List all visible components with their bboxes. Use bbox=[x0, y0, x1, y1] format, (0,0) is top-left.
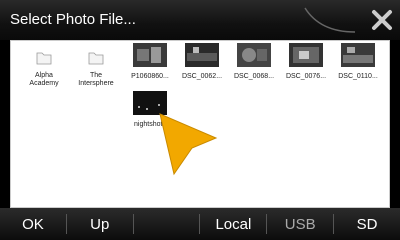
sd-button[interactable]: SD bbox=[334, 208, 400, 240]
folder-icon bbox=[88, 52, 104, 65]
folder-item[interactable]: The Intersphere bbox=[69, 49, 123, 88]
bottom-toolbar: OK Up Local USB SD bbox=[0, 208, 400, 240]
photo-thumbnail bbox=[237, 43, 271, 67]
item-label: P1060860... bbox=[131, 73, 169, 80]
photo-picker-screen: Select Photo File... Alpha Academy The I… bbox=[0, 0, 400, 240]
item-label: DSC_0076... bbox=[285, 73, 327, 80]
item-label: DSC_0062... bbox=[181, 73, 223, 80]
photo-thumbnail bbox=[341, 43, 375, 67]
photo-item[interactable]: DSC_0076... bbox=[279, 43, 333, 81]
local-button[interactable]: Local bbox=[200, 208, 266, 240]
photo-item[interactable]: P1060860... bbox=[123, 43, 177, 81]
pointer-arrow-icon bbox=[159, 113, 218, 176]
photo-thumbnail bbox=[185, 43, 219, 67]
up-button[interactable]: Up bbox=[67, 208, 133, 240]
usb-button[interactable]: USB bbox=[267, 208, 333, 240]
folder-item[interactable]: Alpha Academy bbox=[17, 49, 71, 88]
item-label: Alpha Academy bbox=[29, 72, 59, 87]
title-bar: Select Photo File... bbox=[0, 0, 400, 40]
photo-item[interactable]: DSC_0110... bbox=[331, 43, 385, 81]
swoosh-decoration-icon bbox=[304, 7, 356, 33]
item-label: DSC_0068... bbox=[233, 73, 275, 80]
photo-thumbnail bbox=[133, 43, 167, 67]
folder-icon bbox=[36, 52, 52, 65]
photo-item[interactable]: DSC_0068... bbox=[227, 43, 281, 81]
photo-thumbnail bbox=[289, 43, 323, 67]
ok-button[interactable]: OK bbox=[0, 208, 66, 240]
window-title: Select Photo File... bbox=[10, 11, 136, 28]
item-label: DSC_0110... bbox=[338, 73, 378, 80]
photo-item[interactable]: DSC_0062... bbox=[175, 43, 229, 81]
item-label: The Intersphere bbox=[78, 72, 114, 87]
empty-slot bbox=[134, 208, 200, 240]
close-icon[interactable] bbox=[370, 8, 394, 32]
